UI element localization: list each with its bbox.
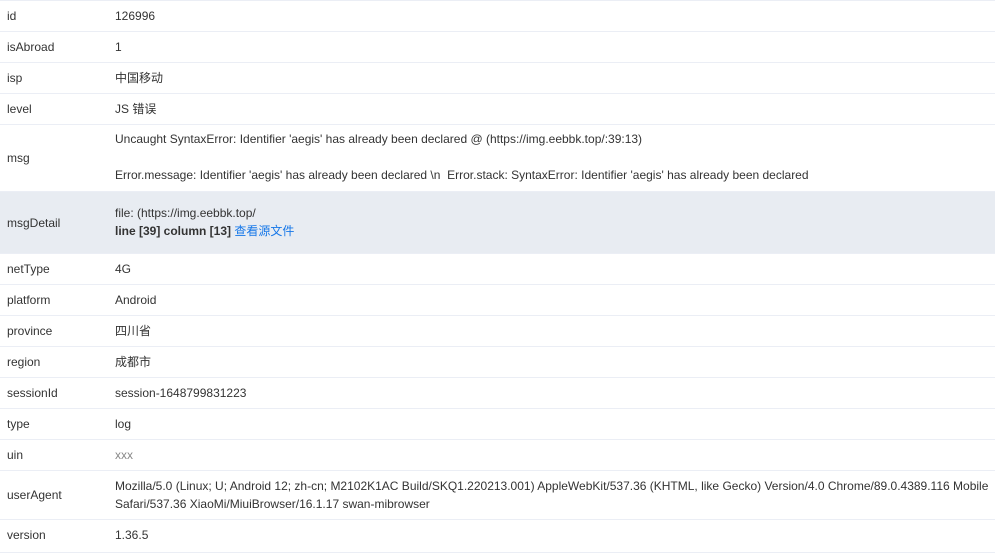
row-key: level <box>7 102 32 116</box>
row-key: userAgent <box>7 488 62 502</box>
row-isp: isp 中国移动 <box>0 63 995 94</box>
row-value: 4G <box>115 262 132 276</box>
row-province: province 四川省 <box>0 316 995 347</box>
msgdetail-file: file: (https://img.eebbk.top/ <box>115 206 256 220</box>
msg-spacer <box>115 148 995 166</box>
row-key: isAbroad <box>7 40 55 54</box>
row-value: log <box>115 417 132 431</box>
row-key: region <box>7 355 41 369</box>
row-region: region 成都市 <box>0 347 995 378</box>
log-detail-table: id 126996 isAbroad 1 isp 中国移动 level JS 错… <box>0 0 995 553</box>
row-key: netType <box>7 262 50 276</box>
row-key: sessionId <box>7 386 58 400</box>
row-value: JS 错误 <box>115 102 157 116</box>
row-msg: msg Uncaught SyntaxError: Identifier 'ae… <box>0 125 995 192</box>
row-value: xxx <box>115 448 133 462</box>
row-sessionid: sessionId session-1648799831223 <box>0 378 995 409</box>
row-value: 126996 <box>115 9 156 23</box>
view-source-link[interactable]: 查看源文件 <box>234 224 294 238</box>
row-value: 1.36.5 <box>115 528 149 542</box>
row-useragent: userAgent Mozilla/5.0 (Linux; U; Android… <box>0 471 995 520</box>
msg-line-2: Error.message: Identifier 'aegis' has al… <box>115 168 809 182</box>
msg-line-1: Uncaught SyntaxError: Identifier 'aegis'… <box>115 132 643 146</box>
row-key: msg <box>7 151 30 165</box>
row-key: isp <box>7 71 23 85</box>
row-key: uin <box>7 448 24 462</box>
row-version: version 1.36.5 <box>0 520 995 553</box>
msgdetail-position-line: line [39] column [13] 查看源文件 <box>115 222 995 240</box>
row-platform: platform Android <box>0 285 995 316</box>
row-isabroad: isAbroad 1 <box>0 32 995 63</box>
row-id: id 126996 <box>0 1 995 32</box>
row-value: Uncaught SyntaxError: Identifier 'aegis'… <box>115 125 995 191</box>
row-key: version <box>7 528 46 542</box>
row-key: id <box>7 9 17 23</box>
row-uin: uin xxx <box>0 440 995 471</box>
row-value: 四川省 <box>115 324 152 338</box>
msgdetail-position: line [39] column [13] <box>115 224 232 238</box>
row-level: level JS 错误 <box>0 94 995 125</box>
row-value: Android <box>115 293 157 307</box>
row-value: 成都市 <box>115 355 152 369</box>
row-nettype: netType 4G <box>0 254 995 285</box>
row-value: session-1648799831223 <box>115 386 247 400</box>
row-key: msgDetail <box>7 215 61 230</box>
row-key: type <box>7 417 30 431</box>
row-value: Mozilla/5.0 (Linux; U; Android 12; zh-cn… <box>115 479 989 511</box>
row-type: type log <box>0 409 995 440</box>
row-key: province <box>7 324 53 338</box>
row-msgdetail: msgDetail file: (https://img.eebbk.top/ … <box>0 192 995 254</box>
row-value: 中国移动 <box>115 71 164 85</box>
row-key: platform <box>7 293 51 307</box>
row-value: file: (https://img.eebbk.top/ line [39] … <box>115 192 995 253</box>
row-value: 1 <box>115 40 122 54</box>
